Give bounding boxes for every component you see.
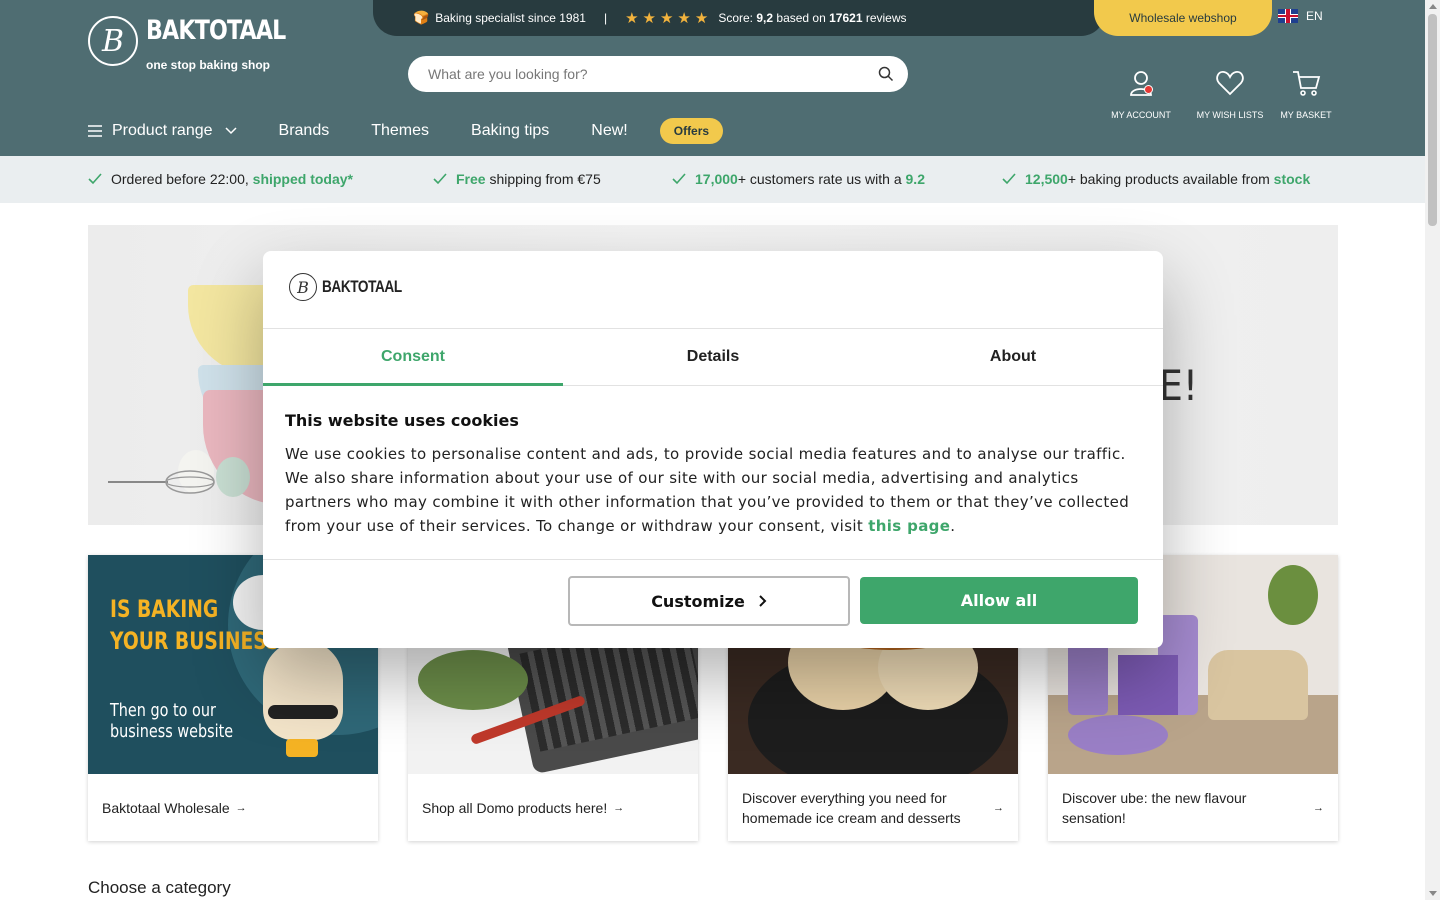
dialog-logo-text: BAKTOTAAL bbox=[322, 277, 402, 296]
nav-product-range-label: Product range bbox=[112, 122, 213, 139]
usp-shipping-today: Ordered before 22:00, shipped today* bbox=[88, 171, 353, 187]
main-navigation: Product range Brands Themes Baking tips … bbox=[88, 117, 724, 145]
scroll-down-arrow-icon[interactable] bbox=[1429, 891, 1437, 896]
page-scrollbar[interactable] bbox=[1425, 0, 1440, 900]
arrow-right-icon: → bbox=[1313, 801, 1324, 814]
language-selector[interactable]: EN bbox=[1278, 9, 1323, 23]
reviews-label: reviews bbox=[865, 11, 907, 25]
logo-tagline: one stop baking shop bbox=[146, 58, 271, 72]
egg-image bbox=[216, 457, 250, 497]
tile-caption: Discover ube: the new flavour sensation! bbox=[1062, 789, 1247, 826]
customize-label: Customize bbox=[651, 591, 745, 611]
wholesale-sub-1: Then go to our bbox=[110, 700, 216, 721]
top-info-bar: 🍞 Baking specialist since 1981 | ★★★★★ S… bbox=[373, 0, 1105, 36]
my-wish-lists-button[interactable]: MY WISH LISTS bbox=[1197, 68, 1263, 120]
reviews-count: 17621 bbox=[829, 11, 863, 25]
choose-category-heading: Choose a category bbox=[88, 878, 231, 897]
specialist-text: Baking specialist since 1981 bbox=[435, 11, 586, 25]
my-basket-label: MY BASKET bbox=[1280, 110, 1332, 120]
rating-stars-icon: ★★★★★ bbox=[625, 10, 713, 27]
scroll-up-arrow-icon[interactable] bbox=[1429, 4, 1437, 9]
checkmark-icon bbox=[1002, 173, 1016, 185]
nav-baking-tips[interactable]: Baking tips bbox=[471, 122, 549, 140]
usp-customer-rating: 17,000 + customers rate us with a 9.2 bbox=[672, 171, 925, 187]
nav-product-range[interactable]: Product range bbox=[88, 122, 237, 140]
nav-new[interactable]: New! bbox=[591, 122, 627, 140]
hero-headline: E! bbox=[1159, 361, 1199, 410]
nav-themes[interactable]: Themes bbox=[371, 122, 429, 140]
nav-offers-button[interactable]: Offers bbox=[659, 118, 724, 144]
heart-icon bbox=[1216, 71, 1244, 96]
checkmark-icon bbox=[672, 173, 686, 185]
nav-brands[interactable]: Brands bbox=[279, 122, 330, 140]
tab-details[interactable]: Details bbox=[563, 329, 863, 385]
tab-consent[interactable]: Consent bbox=[263, 329, 563, 386]
tile-caption: Baktotaal Wholesale bbox=[102, 799, 230, 816]
score-label: Score: bbox=[718, 11, 754, 25]
arrow-right-icon: → bbox=[613, 801, 625, 814]
search-bar bbox=[408, 56, 908, 92]
my-account-button[interactable]: MY ACCOUNT bbox=[1111, 68, 1171, 120]
dialog-title: This website uses cookies bbox=[285, 411, 519, 430]
language-code: EN bbox=[1306, 9, 1323, 23]
tile-caption: Discover everything you need for homemad… bbox=[742, 789, 961, 826]
checkmark-icon bbox=[433, 173, 447, 185]
whisk-image bbox=[108, 470, 215, 494]
dialog-footer: Customize Allow all bbox=[263, 559, 1163, 648]
user-icon bbox=[1130, 71, 1152, 96]
scrollbar-thumb[interactable] bbox=[1428, 14, 1437, 226]
wholesale-webshop-link[interactable]: Wholesale webshop bbox=[1094, 0, 1272, 36]
shopping-cart-icon bbox=[1293, 71, 1321, 96]
score-value: 9,2 bbox=[756, 11, 774, 25]
dialog-body: We use cookies to personalise content an… bbox=[285, 445, 1130, 535]
my-account-label: MY ACCOUNT bbox=[1111, 110, 1171, 120]
chevron-right-icon bbox=[759, 595, 767, 607]
dialog-tabs: Consent Details About bbox=[263, 328, 1163, 386]
my-wish-lists-label: MY WISH LISTS bbox=[1196, 110, 1264, 120]
dialog-body-text: We use cookies to personalise content an… bbox=[285, 445, 1130, 535]
arrow-right-icon: → bbox=[235, 801, 247, 814]
allow-all-button[interactable]: Allow all bbox=[860, 577, 1138, 624]
site-logo[interactable]: B BAKTOTAAL one stop baking shop bbox=[88, 16, 316, 72]
logo-emblem: B bbox=[88, 16, 138, 66]
logo-name: BAKTOTAAL bbox=[146, 15, 286, 46]
usp-free-shipping: Free shipping from €75 bbox=[433, 171, 601, 187]
menu-icon bbox=[88, 125, 102, 137]
site-header: B BAKTOTAAL one stop baking shop 🍞 Bakin… bbox=[0, 0, 1425, 156]
notification-dot-icon bbox=[1144, 85, 1153, 94]
search-icon[interactable] bbox=[878, 66, 894, 82]
search-input[interactable] bbox=[428, 66, 878, 82]
dialog-logo: B BAKTOTAAL bbox=[289, 273, 422, 301]
uk-flag-icon bbox=[1278, 9, 1298, 23]
checkmark-icon bbox=[88, 173, 102, 185]
chevron-down-icon bbox=[224, 127, 237, 135]
customize-button[interactable]: Customize bbox=[568, 576, 850, 626]
my-basket-button[interactable]: MY BASKET bbox=[1280, 68, 1332, 120]
tile-caption: Shop all Domo products here! bbox=[422, 799, 608, 816]
chef-illustration bbox=[263, 640, 343, 740]
wholesale-sub-2: business website bbox=[110, 721, 234, 742]
arrow-right-icon: → bbox=[993, 801, 1004, 814]
dialog-logo-emblem: B bbox=[289, 273, 317, 301]
this-page-link[interactable]: this page bbox=[868, 517, 950, 535]
separator: | bbox=[603, 11, 608, 25]
chef-hat-icon: 🍞 bbox=[413, 10, 430, 25]
usp-stock: 12,500 + baking products available from s… bbox=[1002, 171, 1310, 187]
tab-about[interactable]: About bbox=[863, 329, 1163, 385]
usp-bar: Ordered before 22:00, shipped today* Fre… bbox=[0, 156, 1425, 203]
based-on-text: based on bbox=[776, 11, 826, 25]
cookie-consent-dialog: B BAKTOTAAL Consent Details About This w… bbox=[263, 251, 1163, 648]
